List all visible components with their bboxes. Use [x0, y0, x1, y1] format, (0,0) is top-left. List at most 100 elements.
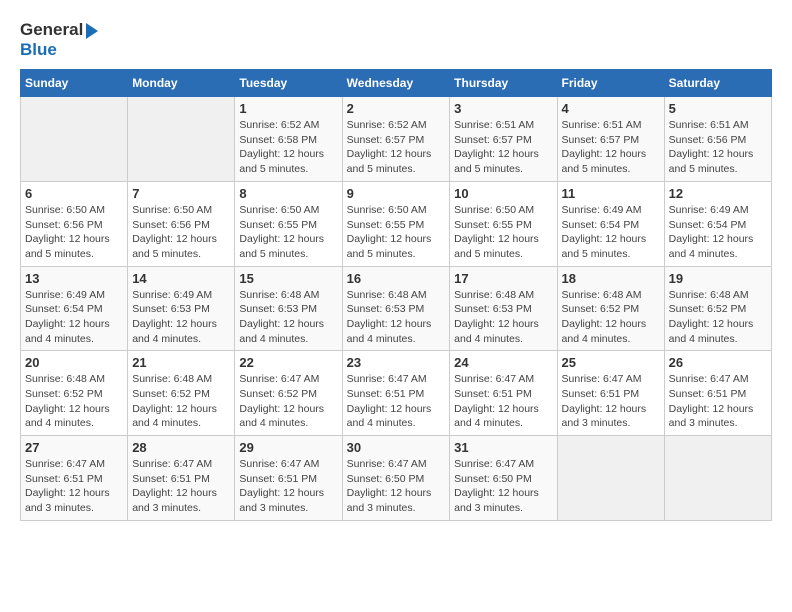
calendar-cell: 25 Sunrise: 6:47 AM Sunset: 6:51 PM Dayli…: [557, 351, 664, 436]
day-info: Sunrise: 6:48 AM Sunset: 6:53 PM Dayligh…: [239, 288, 337, 347]
header-tuesday: Tuesday: [235, 70, 342, 97]
day-info: Sunrise: 6:47 AM Sunset: 6:50 PM Dayligh…: [454, 457, 552, 516]
calendar-cell: 17 Sunrise: 6:48 AM Sunset: 6:53 PM Dayli…: [450, 266, 557, 351]
day-info: Sunrise: 6:50 AM Sunset: 6:55 PM Dayligh…: [454, 203, 552, 262]
day-info: Sunrise: 6:50 AM Sunset: 6:56 PM Dayligh…: [25, 203, 123, 262]
day-number: 7: [132, 186, 230, 201]
calendar-cell: 28 Sunrise: 6:47 AM Sunset: 6:51 PM Dayli…: [128, 436, 235, 521]
calendar-cell: 11 Sunrise: 6:49 AM Sunset: 6:54 PM Dayli…: [557, 181, 664, 266]
calendar-cell: [128, 97, 235, 182]
day-number: 25: [562, 355, 660, 370]
calendar-cell: [664, 436, 771, 521]
calendar-cell: 15 Sunrise: 6:48 AM Sunset: 6:53 PM Dayli…: [235, 266, 342, 351]
day-number: 11: [562, 186, 660, 201]
header-wednesday: Wednesday: [342, 70, 450, 97]
logo-general: General: [20, 20, 98, 40]
day-number: 17: [454, 271, 552, 286]
day-number: 3: [454, 101, 552, 116]
day-info: Sunrise: 6:51 AM Sunset: 6:57 PM Dayligh…: [454, 118, 552, 177]
day-info: Sunrise: 6:48 AM Sunset: 6:52 PM Dayligh…: [562, 288, 660, 347]
day-info: Sunrise: 6:47 AM Sunset: 6:51 PM Dayligh…: [132, 457, 230, 516]
day-info: Sunrise: 6:48 AM Sunset: 6:52 PM Dayligh…: [25, 372, 123, 431]
calendar-week-2: 6 Sunrise: 6:50 AM Sunset: 6:56 PM Daylig…: [21, 181, 772, 266]
day-info: Sunrise: 6:49 AM Sunset: 6:54 PM Dayligh…: [562, 203, 660, 262]
calendar-cell: [557, 436, 664, 521]
day-number: 9: [347, 186, 446, 201]
day-info: Sunrise: 6:47 AM Sunset: 6:52 PM Dayligh…: [239, 372, 337, 431]
day-number: 5: [669, 101, 767, 116]
calendar-cell: 7 Sunrise: 6:50 AM Sunset: 6:56 PM Daylig…: [128, 181, 235, 266]
calendar-cell: 12 Sunrise: 6:49 AM Sunset: 6:54 PM Dayli…: [664, 181, 771, 266]
day-info: Sunrise: 6:47 AM Sunset: 6:50 PM Dayligh…: [347, 457, 446, 516]
day-number: 22: [239, 355, 337, 370]
calendar-cell: 26 Sunrise: 6:47 AM Sunset: 6:51 PM Dayli…: [664, 351, 771, 436]
day-number: 2: [347, 101, 446, 116]
calendar-cell: 27Sunrise: 6:47 AM Sunset: 6:51 PM Dayli…: [21, 436, 128, 521]
day-info: Sunrise: 6:47 AM Sunset: 6:51 PM Dayligh…: [239, 457, 337, 516]
day-info: Sunrise: 6:48 AM Sunset: 6:52 PM Dayligh…: [669, 288, 767, 347]
day-info: Sunrise: 6:50 AM Sunset: 6:55 PM Dayligh…: [239, 203, 337, 262]
logo-blue: Blue: [20, 40, 98, 60]
day-info: Sunrise: 6:49 AM Sunset: 6:54 PM Dayligh…: [25, 288, 123, 347]
calendar-cell: 23Sunrise: 6:47 AM Sunset: 6:51 PM Dayli…: [342, 351, 450, 436]
day-number: 24: [454, 355, 552, 370]
calendar-cell: 14 Sunrise: 6:49 AM Sunset: 6:53 PM Dayli…: [128, 266, 235, 351]
calendar-cell: 1Sunrise: 6:52 AM Sunset: 6:58 PM Daylig…: [235, 97, 342, 182]
calendar-cell: 8 Sunrise: 6:50 AM Sunset: 6:55 PM Daylig…: [235, 181, 342, 266]
day-number: 12: [669, 186, 767, 201]
day-number: 13: [25, 271, 123, 286]
day-info: Sunrise: 6:48 AM Sunset: 6:52 PM Dayligh…: [132, 372, 230, 431]
calendar-cell: 13 Sunrise: 6:49 AM Sunset: 6:54 PM Dayli…: [21, 266, 128, 351]
day-number: 27: [25, 440, 123, 455]
calendar-week-1: 1Sunrise: 6:52 AM Sunset: 6:58 PM Daylig…: [21, 97, 772, 182]
calendar-table: SundayMondayTuesdayWednesdayThursdayFrid…: [20, 69, 772, 521]
day-info: Sunrise: 6:52 AM Sunset: 6:57 PM Dayligh…: [347, 118, 446, 177]
header-thursday: Thursday: [450, 70, 557, 97]
day-number: 18: [562, 271, 660, 286]
logo: General Blue: [20, 20, 98, 59]
day-info: Sunrise: 6:49 AM Sunset: 6:53 PM Dayligh…: [132, 288, 230, 347]
day-number: 19: [669, 271, 767, 286]
day-number: 8: [239, 186, 337, 201]
day-info: Sunrise: 6:47 AM Sunset: 6:51 PM Dayligh…: [669, 372, 767, 431]
header-monday: Monday: [128, 70, 235, 97]
day-info: Sunrise: 6:47 AM Sunset: 6:51 PM Dayligh…: [562, 372, 660, 431]
day-info: Sunrise: 6:48 AM Sunset: 6:53 PM Dayligh…: [454, 288, 552, 347]
day-info: Sunrise: 6:51 AM Sunset: 6:56 PM Dayligh…: [669, 118, 767, 177]
day-number: 1: [239, 101, 337, 116]
day-number: 4: [562, 101, 660, 116]
day-info: Sunrise: 6:47 AM Sunset: 6:51 PM Dayligh…: [454, 372, 552, 431]
day-info: Sunrise: 6:49 AM Sunset: 6:54 PM Dayligh…: [669, 203, 767, 262]
day-number: 28: [132, 440, 230, 455]
calendar-cell: 5 Sunrise: 6:51 AM Sunset: 6:56 PM Daylig…: [664, 97, 771, 182]
day-number: 20: [25, 355, 123, 370]
logo-text-block: General Blue: [20, 20, 98, 59]
page-header: General Blue: [20, 20, 772, 59]
calendar-cell: 29 Sunrise: 6:47 AM Sunset: 6:51 PM Dayli…: [235, 436, 342, 521]
header-saturday: Saturday: [664, 70, 771, 97]
day-number: 26: [669, 355, 767, 370]
day-number: 23: [347, 355, 446, 370]
day-info: Sunrise: 6:51 AM Sunset: 6:57 PM Dayligh…: [562, 118, 660, 177]
calendar-cell: 21Sunrise: 6:48 AM Sunset: 6:52 PM Dayli…: [128, 351, 235, 436]
calendar-cell: 10Sunrise: 6:50 AM Sunset: 6:55 PM Dayli…: [450, 181, 557, 266]
header-sunday: Sunday: [21, 70, 128, 97]
day-info: Sunrise: 6:48 AM Sunset: 6:53 PM Dayligh…: [347, 288, 446, 347]
calendar-cell: 4 Sunrise: 6:51 AM Sunset: 6:57 PM Daylig…: [557, 97, 664, 182]
calendar-cell: 3 Sunrise: 6:51 AM Sunset: 6:57 PM Daylig…: [450, 97, 557, 182]
calendar-cell: 20 Sunrise: 6:48 AM Sunset: 6:52 PM Dayli…: [21, 351, 128, 436]
day-number: 14: [132, 271, 230, 286]
day-number: 15: [239, 271, 337, 286]
day-number: 16: [347, 271, 446, 286]
calendar-week-3: 13 Sunrise: 6:49 AM Sunset: 6:54 PM Dayli…: [21, 266, 772, 351]
calendar-cell: 19 Sunrise: 6:48 AM Sunset: 6:52 PM Dayli…: [664, 266, 771, 351]
day-info: Sunrise: 6:50 AM Sunset: 6:55 PM Dayligh…: [347, 203, 446, 262]
day-info: Sunrise: 6:50 AM Sunset: 6:56 PM Dayligh…: [132, 203, 230, 262]
day-number: 30: [347, 440, 446, 455]
calendar-cell: 31Sunrise: 6:47 AM Sunset: 6:50 PM Dayli…: [450, 436, 557, 521]
calendar-cell: 16 Sunrise: 6:48 AM Sunset: 6:53 PM Dayli…: [342, 266, 450, 351]
day-number: 6: [25, 186, 123, 201]
day-number: 29: [239, 440, 337, 455]
calendar-cell: 18 Sunrise: 6:48 AM Sunset: 6:52 PM Dayli…: [557, 266, 664, 351]
calendar-cell: 24 Sunrise: 6:47 AM Sunset: 6:51 PM Dayli…: [450, 351, 557, 436]
